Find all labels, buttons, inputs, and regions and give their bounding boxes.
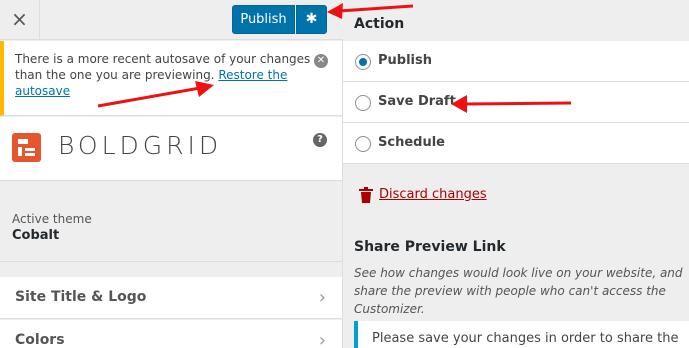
share-preview-heading: Share Preview Link [354,239,506,255]
annotation-arrow-save-draft [451,95,572,113]
schedule-radio[interactable] [355,136,371,152]
option-schedule[interactable]: Schedule [343,123,689,164]
section-label: Colors [15,332,65,348]
publish-radio-label: Publish [378,53,432,68]
save-draft-radio[interactable] [355,95,371,111]
customizer-sidebar: × Publish ✱ There is a more recent autos… [0,0,343,348]
share-preview-description: See how changes would look live on your … [354,266,683,316]
option-publish[interactable]: Publish [343,41,689,82]
active-theme-label: Active theme [12,212,92,226]
section-label: Site Title & Logo [15,289,147,305]
gear-icon: ✱ [305,11,318,27]
publish-settings-panel: Action Publish Save Draft Schedule Disca… [343,0,689,348]
section-site-title-logo[interactable]: Site Title & Logo › [0,277,342,319]
publish-button[interactable]: Publish [232,5,295,34]
publish-radio[interactable] [355,54,371,70]
annotation-arrow-restore [97,81,214,108]
brand-logo-text: BOLDGRID [58,131,223,160]
discard-changes-link[interactable]: Discard changes [379,187,487,202]
section-colors[interactable]: Colors › [0,320,342,348]
annotation-arrow-settings [327,3,414,19]
customizer-header: × Publish ✱ [0,0,343,40]
save-draft-radio-label: Save Draft [378,94,456,109]
close-icon[interactable]: ✕ [314,54,328,68]
close-customizer-button[interactable]: × [0,0,40,40]
chevron-right-icon: › [318,330,326,348]
trash-icon [359,187,373,203]
share-preview-notice: Please save your changes in order to sha… [354,321,689,348]
active-theme-name: Cobalt [12,228,60,243]
chevron-right-icon: › [318,287,326,308]
active-theme-panel: Active theme Cobalt [0,200,342,262]
schedule-radio-label: Schedule [378,135,445,150]
boldgrid-logo-icon [12,133,41,162]
publish-settings-button[interactable]: ✱ [296,5,327,34]
help-icon[interactable]: ? [313,133,327,147]
